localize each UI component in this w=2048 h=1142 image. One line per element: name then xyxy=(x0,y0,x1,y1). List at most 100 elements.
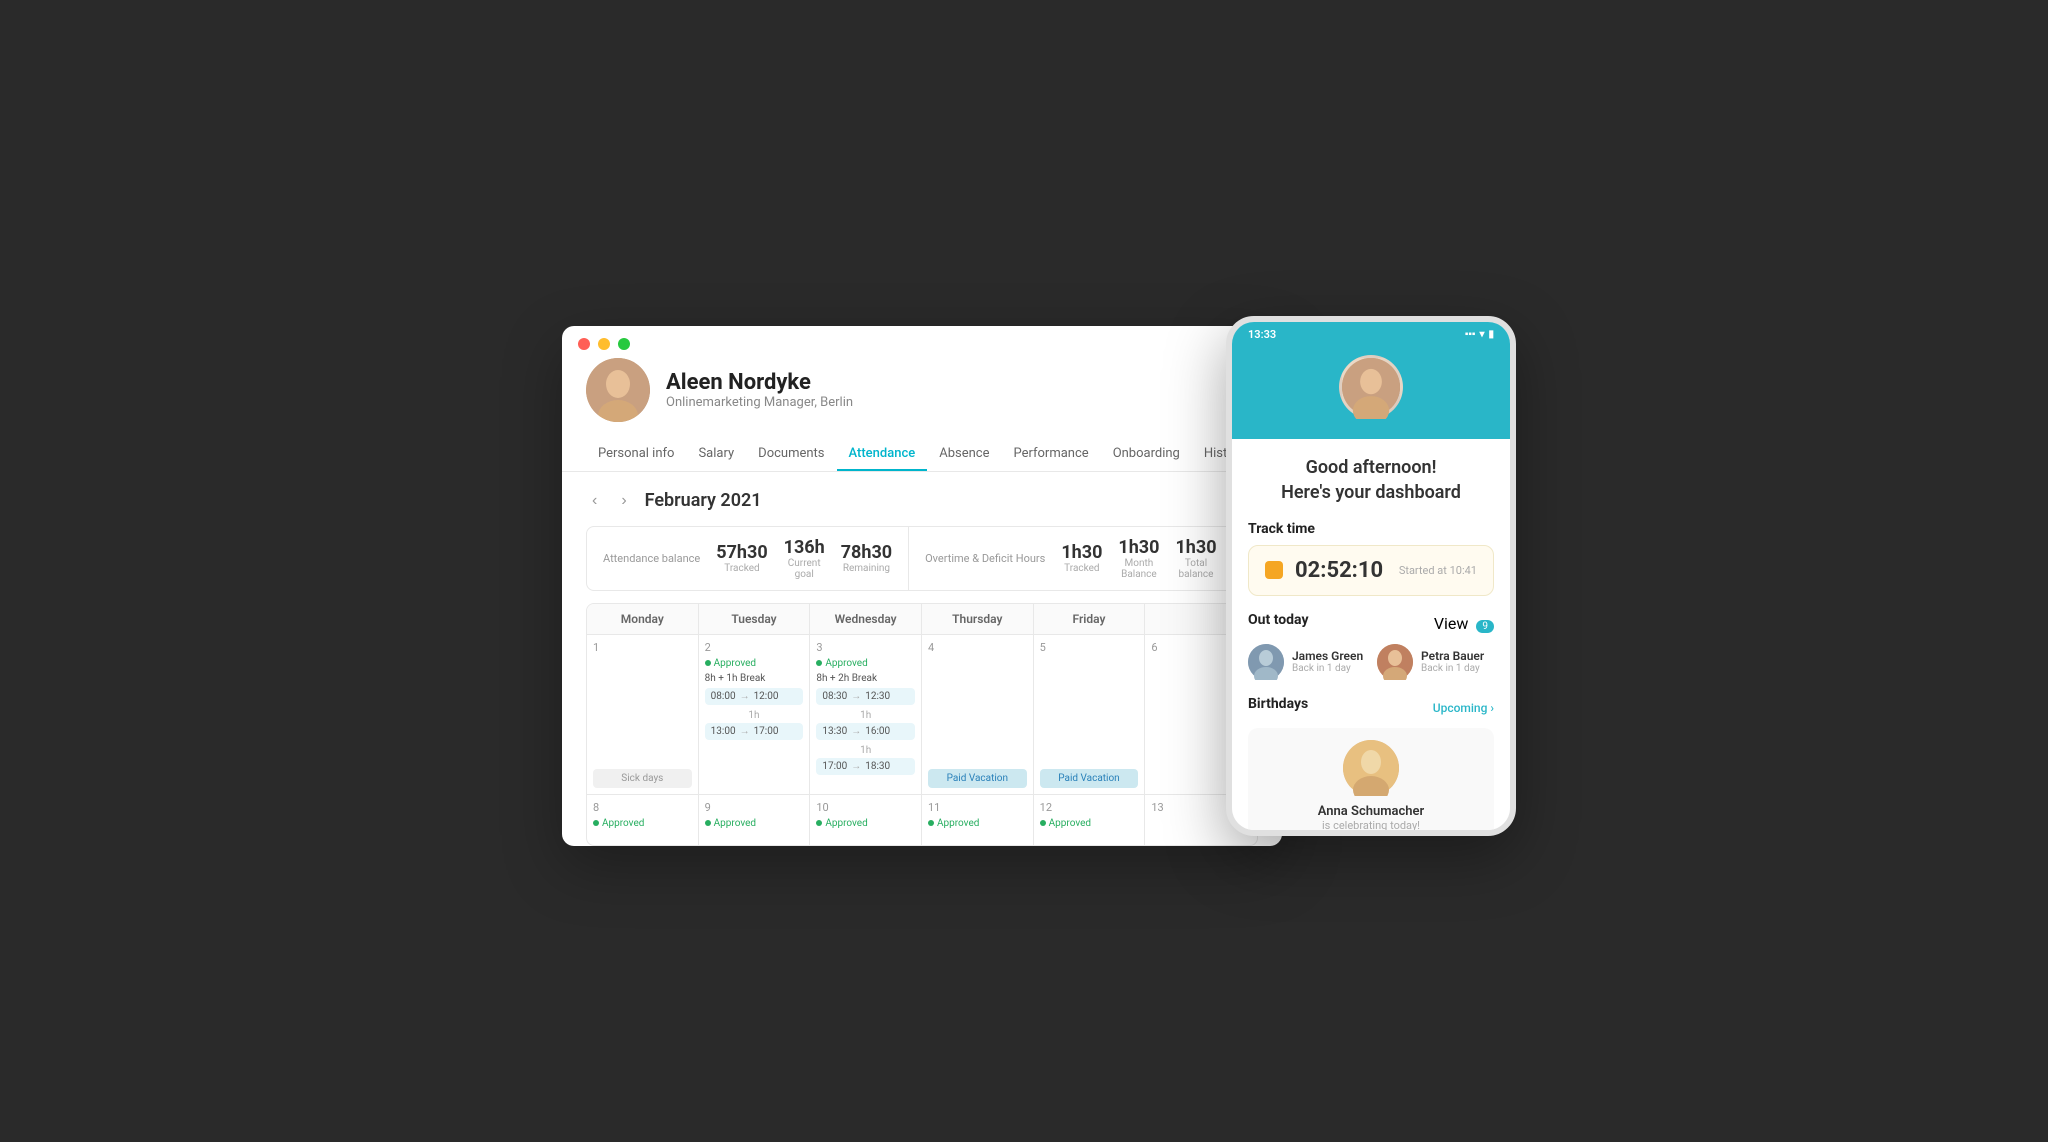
calendar-day-5[interactable]: 5 Paid Vacation xyxy=(1034,634,1146,794)
slot-start: 08:30 xyxy=(822,691,847,702)
desktop-app: Aleen Nordyke Onlinemarketing Manager, B… xyxy=(562,326,1282,846)
col-monday: Monday xyxy=(587,604,699,634)
tab-onboarding[interactable]: Onboarding xyxy=(1101,438,1192,471)
upcoming-link[interactable]: Upcoming › xyxy=(1433,701,1494,715)
person-card-petra: Petra Bauer Back in 1 day xyxy=(1377,644,1494,680)
attendance-balance-label: Attendance balance xyxy=(603,552,700,565)
tab-personal-info[interactable]: Personal info xyxy=(586,438,686,471)
approved-dot-icon xyxy=(705,660,711,666)
time-slot-2: 13:00 → 17:00 xyxy=(705,723,804,740)
tab-documents[interactable]: Documents xyxy=(746,438,836,471)
mobile-avatar xyxy=(1339,355,1403,419)
timer-dot-icon xyxy=(1265,561,1283,579)
track-time-section: Track time 02:52:10 Started at 10:41 xyxy=(1248,521,1494,596)
calendar-grid: Monday Tuesday Wednesday Thursday Friday… xyxy=(586,603,1258,846)
approved-badge: Approved xyxy=(816,818,915,829)
day-number: 9 xyxy=(705,801,804,814)
out-today-header: Out today View 9 xyxy=(1248,612,1494,636)
ot-tracked-stat: 1h30 Tracked xyxy=(1061,542,1102,574)
mobile-greeting: Good afternoon! Here's your dashboard xyxy=(1248,455,1494,505)
avatar xyxy=(586,358,650,422)
approved-text: Approved xyxy=(714,818,756,829)
slot-end: 17:00 xyxy=(754,726,779,737)
calendar-day-10[interactable]: 10 Approved xyxy=(810,795,922,845)
calendar-day-4[interactable]: 4 Paid Vacation xyxy=(922,634,1034,794)
timer-value: 02:52:10 xyxy=(1295,558,1387,583)
minimize-dot[interactable] xyxy=(598,338,610,350)
approved-dot-icon xyxy=(816,820,822,826)
calendar-day-11[interactable]: 11 Approved xyxy=(922,795,1034,845)
month-title: February 2021 xyxy=(645,490,762,511)
out-today-title: Out today xyxy=(1248,612,1309,628)
approved-badge: Approved xyxy=(1040,818,1139,829)
calendar-header: Monday Tuesday Wednesday Thursday Friday xyxy=(587,604,1257,634)
person-avatar-james xyxy=(1248,644,1284,680)
day-number: 3 xyxy=(816,641,915,654)
tab-attendance[interactable]: Attendance xyxy=(837,438,928,471)
arrow-icon: → xyxy=(851,761,861,772)
calendar-day-12[interactable]: 12 Approved xyxy=(1034,795,1146,845)
approved-text: Approved xyxy=(602,818,644,829)
person-back: Back in 1 day xyxy=(1292,663,1363,674)
tab-salary[interactable]: Salary xyxy=(686,438,746,471)
approved-dot-icon xyxy=(928,820,934,826)
calendar-day-3[interactable]: 3 Approved 8h + 2h Break 08:30 → 12:30 xyxy=(810,634,922,794)
signal-icon: ▪▪▪ xyxy=(1465,329,1476,340)
prev-month-button[interactable]: ‹ xyxy=(586,488,603,514)
time-slot-1: 08:30 → 12:30 xyxy=(816,688,915,705)
remaining-label: Remaining xyxy=(841,563,892,574)
birthdays-section: Birthdays Upcoming › Anna Schumacher xyxy=(1248,696,1494,836)
approved-badge: Approved xyxy=(705,818,804,829)
col-tuesday: Tuesday xyxy=(699,604,811,634)
person-info-james: James Green Back in 1 day xyxy=(1292,649,1363,674)
time-slot-3: 17:00 → 18:30 xyxy=(816,758,915,775)
close-dot[interactable] xyxy=(578,338,590,350)
arrow-icon: → xyxy=(740,726,750,737)
content-area: ‹ › February 2021 Attendance balance 57h… xyxy=(562,472,1282,846)
fullscreen-dot[interactable] xyxy=(618,338,630,350)
next-month-button[interactable]: › xyxy=(615,488,632,514)
approved-badge: Approved xyxy=(593,818,692,829)
person-avatar-petra xyxy=(1377,644,1413,680)
profile-text: Aleen Nordyke Onlinemarketing Manager, B… xyxy=(666,370,853,410)
arrow-icon: → xyxy=(851,691,861,702)
view-link[interactable]: View 9 xyxy=(1434,614,1494,633)
day-number: 8 xyxy=(593,801,692,814)
day-number: 11 xyxy=(928,801,1027,814)
tracked-stat: 57h30 Tracked xyxy=(716,542,767,574)
calendar-week-1: 1 Sick days 2 Approved xyxy=(587,634,1257,794)
sick-days-bar: Sick days xyxy=(593,769,692,788)
calendar-day-1[interactable]: 1 Sick days xyxy=(587,634,699,794)
goal-stat: 136h Current goal xyxy=(784,537,825,580)
navigation-tabs: Personal info Salary Documents Attendanc… xyxy=(562,438,1282,472)
calendar-day-2[interactable]: 2 Approved 8h + 1h Break 08:00 → 12:00 xyxy=(699,634,811,794)
birthday-avatar xyxy=(1343,740,1399,796)
slot-end: 16:00 xyxy=(865,726,890,737)
mobile-header xyxy=(1232,347,1510,439)
view-count-badge: 9 xyxy=(1476,620,1494,633)
time-slot-1: 08:00 → 12:00 xyxy=(705,688,804,705)
slot-end: 12:00 xyxy=(754,691,779,702)
birthday-person-sub: is celebrating today! xyxy=(1322,819,1420,832)
col-friday: Friday xyxy=(1034,604,1146,634)
break-label: 8h + 1h Break xyxy=(705,673,804,684)
birthday-person-name: Anna Schumacher xyxy=(1318,804,1424,819)
approved-text: Approved xyxy=(825,818,867,829)
calendar-day-8[interactable]: 8 Approved xyxy=(587,795,699,845)
greeting-line2: Here's your dashboard xyxy=(1281,482,1461,503)
arrow-icon: → xyxy=(851,726,861,737)
break-divider: 1h xyxy=(705,710,804,721)
timer-card[interactable]: 02:52:10 Started at 10:41 xyxy=(1248,545,1494,596)
approved-text: Approved xyxy=(1049,818,1091,829)
calendar-day-9[interactable]: 9 Approved xyxy=(699,795,811,845)
tab-absence[interactable]: Absence xyxy=(927,438,1001,471)
tracked-value: 57h30 xyxy=(716,542,767,563)
person-name: James Green xyxy=(1292,649,1363,663)
track-time-title: Track time xyxy=(1248,521,1494,537)
mobile-app: 13:33 ▪▪▪ ▾ ▮ Good afternoon! Here's you… xyxy=(1226,316,1516,836)
status-time: 13:33 xyxy=(1248,328,1276,341)
birthdays-header: Birthdays Upcoming › xyxy=(1248,696,1494,720)
overtime-group: Overtime & Deficit Hours 1h30 Tracked 1h… xyxy=(909,527,1258,590)
greeting-line1: Good afternoon! xyxy=(1306,457,1437,478)
tab-performance[interactable]: Performance xyxy=(1001,438,1100,471)
